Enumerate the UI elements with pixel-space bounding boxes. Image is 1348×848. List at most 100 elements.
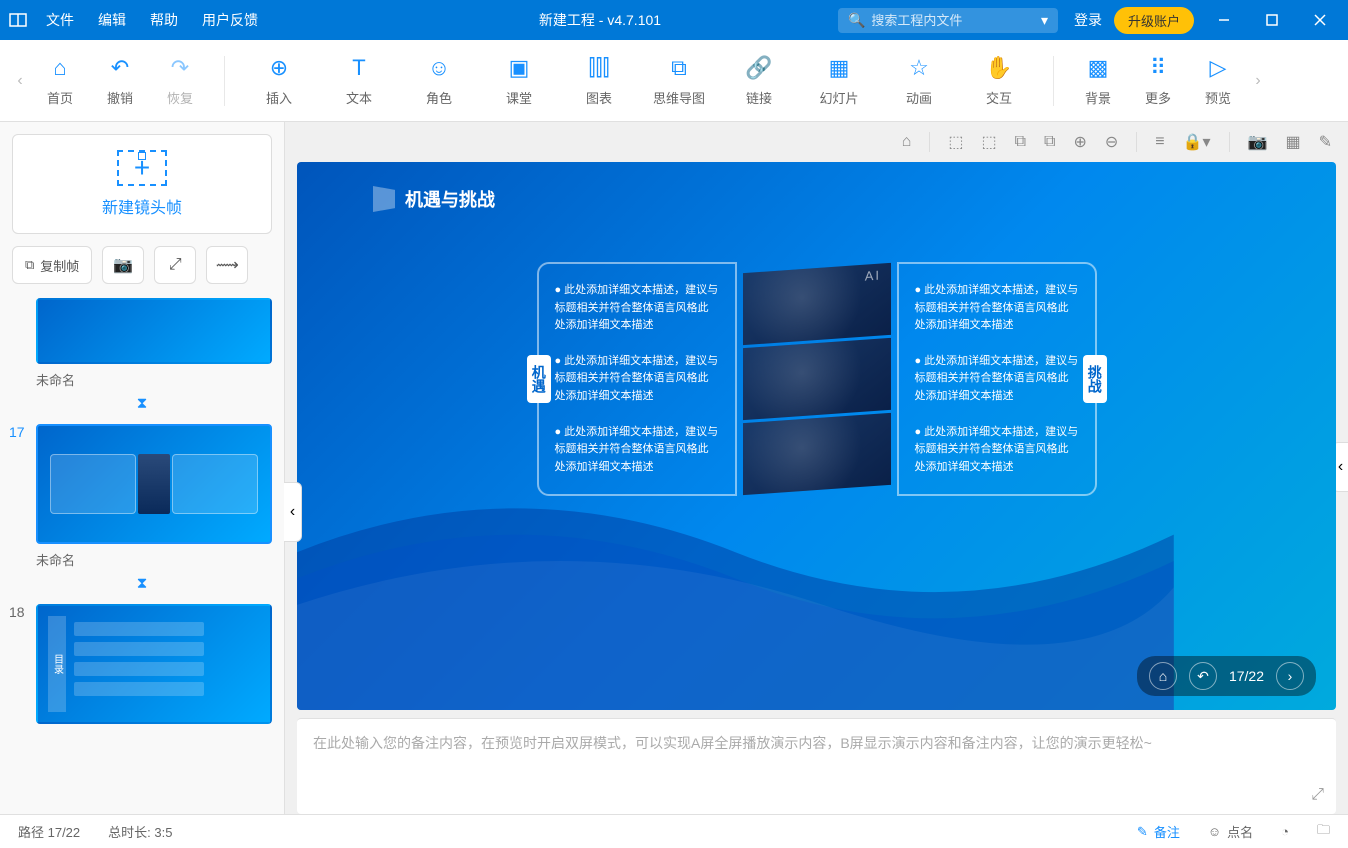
tool-思维导图[interactable]: ⧉思维导图 [639, 54, 719, 107]
menu-file[interactable]: 文件 [46, 10, 74, 30]
tool-预览[interactable]: ▷预览 [1188, 54, 1248, 107]
tool-文本[interactable]: T文本 [319, 54, 399, 107]
paste-icon[interactable]: ⧉ [1044, 133, 1055, 151]
expand-button[interactable]: ⤢ [154, 246, 196, 284]
person-icon: ☺ [1208, 824, 1221, 839]
tool-label: 角色 [426, 88, 452, 107]
slide-number: 17 [9, 424, 25, 440]
layer-up-icon[interactable]: ⬚ [948, 132, 963, 152]
status-timer-button[interactable]: ◔ [1281, 824, 1289, 839]
bullet-text[interactable]: 此处添加详细文本描述，建议与标题相关并符合整体语言风格此处添加详细文本描述 [915, 282, 1079, 335]
left-text-panel[interactable]: 机遇 此处添加详细文本描述，建议与标题相关并符合整体语言风格此处添加详细文本描述… [537, 262, 737, 496]
notes-input[interactable] [297, 719, 1336, 814]
tool-label: 幻灯片 [819, 88, 858, 107]
tool-课堂[interactable]: ▣课堂 [479, 54, 559, 107]
nav-page-indicator: 17/22 [1229, 668, 1264, 684]
title-icon [373, 186, 395, 212]
tool-label: 交互 [986, 88, 1012, 107]
notes-icon: ✎ [1137, 824, 1148, 840]
tool-icon: ▩ [1088, 54, 1109, 82]
toolbar-scroll-left[interactable]: ‹ [10, 72, 30, 90]
tool-更多[interactable]: ⠿更多 [1128, 54, 1188, 107]
align-icon[interactable]: ≡ [1155, 133, 1164, 151]
path-button[interactable]: ⟿ [206, 246, 248, 284]
expand-notes-icon[interactable]: ⤢ [1311, 786, 1324, 804]
tool-首页[interactable]: ⌂首页 [30, 54, 90, 107]
tool-链接[interactable]: 🔗链接 [719, 54, 799, 107]
nav-next-icon[interactable]: › [1276, 662, 1304, 690]
status-folder-button[interactable]: 🗀 [1317, 821, 1330, 843]
zoom-in-icon[interactable]: ⊕ [1073, 132, 1086, 152]
tool-icon: 🔗 [745, 54, 772, 82]
nav-home-icon[interactable]: ⌂ [1149, 662, 1177, 690]
status-roll-label: 点名 [1227, 822, 1253, 841]
bullet-text[interactable]: 此处添加详细文本描述，建议与标题相关并符合整体语言风格此处添加详细文本描述 [555, 282, 719, 335]
nav-prev-icon[interactable]: ↶ [1189, 662, 1217, 690]
slide-thumb-17[interactable] [36, 424, 272, 544]
tool-图表[interactable]: ⫿⫿⫿图表 [559, 54, 639, 107]
slide-title[interactable]: 机遇与挑战 [373, 186, 495, 212]
grid-icon[interactable]: ▦ [1285, 132, 1300, 152]
minimize-button[interactable] [1206, 0, 1242, 40]
bullet-text[interactable]: 此处添加详细文本描述，建议与标题相关并符合整体语言风格此处添加详细文本描述 [915, 424, 1079, 477]
center-image[interactable]: AI [737, 262, 897, 496]
bullet-text[interactable]: 此处添加详细文本描述，建议与标题相关并符合整体语言风格此处添加详细文本描述 [915, 353, 1079, 406]
slide-thumb-18[interactable]: 目录 [36, 604, 272, 724]
tool-icon: ▷ [1210, 54, 1227, 82]
upgrade-button[interactable]: 升级账户 [1114, 7, 1194, 34]
search-input[interactable] [871, 13, 1035, 28]
tool-插入[interactable]: ⊕插入 [239, 54, 319, 107]
tool-label: 动画 [906, 88, 932, 107]
slide-canvas[interactable]: 机遇与挑战 机遇 此处添加详细文本描述，建议与标题相关并符合整体语言风格此处添加… [297, 162, 1336, 710]
maximize-button[interactable] [1254, 0, 1290, 40]
main-menu: 文件 编辑 帮助 用户反馈 [36, 10, 258, 30]
canvas-main[interactable]: 机遇与挑战 机遇 此处添加详细文本描述，建议与标题相关并符合整体语言风格此处添加… [285, 162, 1348, 718]
zoom-out-icon[interactable]: ⊖ [1105, 132, 1118, 152]
notes-area: ⤢ [297, 718, 1336, 814]
menu-help[interactable]: 帮助 [150, 10, 178, 30]
bullet-text[interactable]: 此处添加详细文本描述，建议与标题相关并符合整体语言风格此处添加详细文本描述 [555, 424, 719, 477]
new-frame-button[interactable]: + 新建镜头帧 [12, 134, 272, 234]
slide-label: 未命名 [12, 364, 272, 391]
tool-label: 图表 [586, 88, 612, 107]
tool-icon: ☆ [909, 54, 929, 82]
home-icon[interactable]: ⌂ [902, 133, 912, 151]
sidebar-collapse-handle[interactable]: ‹ [284, 482, 302, 542]
close-button[interactable] [1302, 0, 1338, 40]
search-box[interactable]: 🔍 ▾ [838, 8, 1058, 33]
tool-label: 撤销 [107, 88, 133, 107]
lock-icon[interactable]: 🔒▾ [1183, 132, 1211, 152]
menu-feedback[interactable]: 用户反馈 [202, 10, 258, 30]
tool-背景[interactable]: ▩背景 [1068, 54, 1128, 107]
edit-icon[interactable]: ✎ [1319, 132, 1332, 152]
tool-icon: ⧉ [671, 54, 687, 82]
status-roll-button[interactable]: ☺ 点名 [1208, 822, 1253, 841]
tool-撤销[interactable]: ↶撤销 [90, 54, 150, 107]
tool-恢复[interactable]: ↷恢复 [150, 54, 210, 107]
tool-label: 首页 [47, 88, 73, 107]
tool-角色[interactable]: ☺角色 [399, 54, 479, 107]
bullet-text[interactable]: 此处添加详细文本描述，建议与标题相关并符合整体语言风格此处添加详细文本描述 [555, 353, 719, 406]
slide-sidebar: + 新建镜头帧 ⧉复制帧 📷 ⤢ ⟿ 未命名 ⧗ 17 未命名 ⧗ [0, 122, 285, 814]
tool-交互[interactable]: ✋交互 [959, 54, 1039, 107]
layer-down-icon[interactable]: ⬚ [981, 132, 996, 152]
right-text-panel[interactable]: 挑战 此处添加详细文本描述，建议与标题相关并符合整体语言风格此处添加详细文本描述… [897, 262, 1097, 496]
ai-label: AI [864, 268, 880, 284]
copy-frame-button[interactable]: ⧉复制帧 [12, 246, 92, 284]
toolbar-scroll-right[interactable]: › [1248, 72, 1268, 90]
slide-thumb-prev[interactable] [36, 298, 272, 364]
hourglass-icon: ⧗ [12, 395, 272, 412]
copy-icon[interactable]: ⧉ [1015, 133, 1026, 151]
slide-label: 未命名 [12, 544, 272, 571]
camera-button[interactable]: 📷 [102, 246, 144, 284]
status-path: 路径 17/22 [18, 822, 80, 841]
snapshot-icon[interactable]: 📷 [1248, 132, 1268, 152]
app-logo-icon [0, 11, 36, 29]
menu-edit[interactable]: 编辑 [98, 10, 126, 30]
tool-动画[interactable]: ☆ 动画 [879, 54, 959, 107]
login-link[interactable]: 登录 [1074, 10, 1102, 30]
tool-label: 课堂 [506, 88, 532, 107]
chevron-down-icon[interactable]: ▾ [1041, 12, 1048, 29]
status-notes-button[interactable]: ✎备注 [1137, 822, 1180, 841]
tool-幻灯片[interactable]: ▦幻灯片 [799, 54, 879, 107]
